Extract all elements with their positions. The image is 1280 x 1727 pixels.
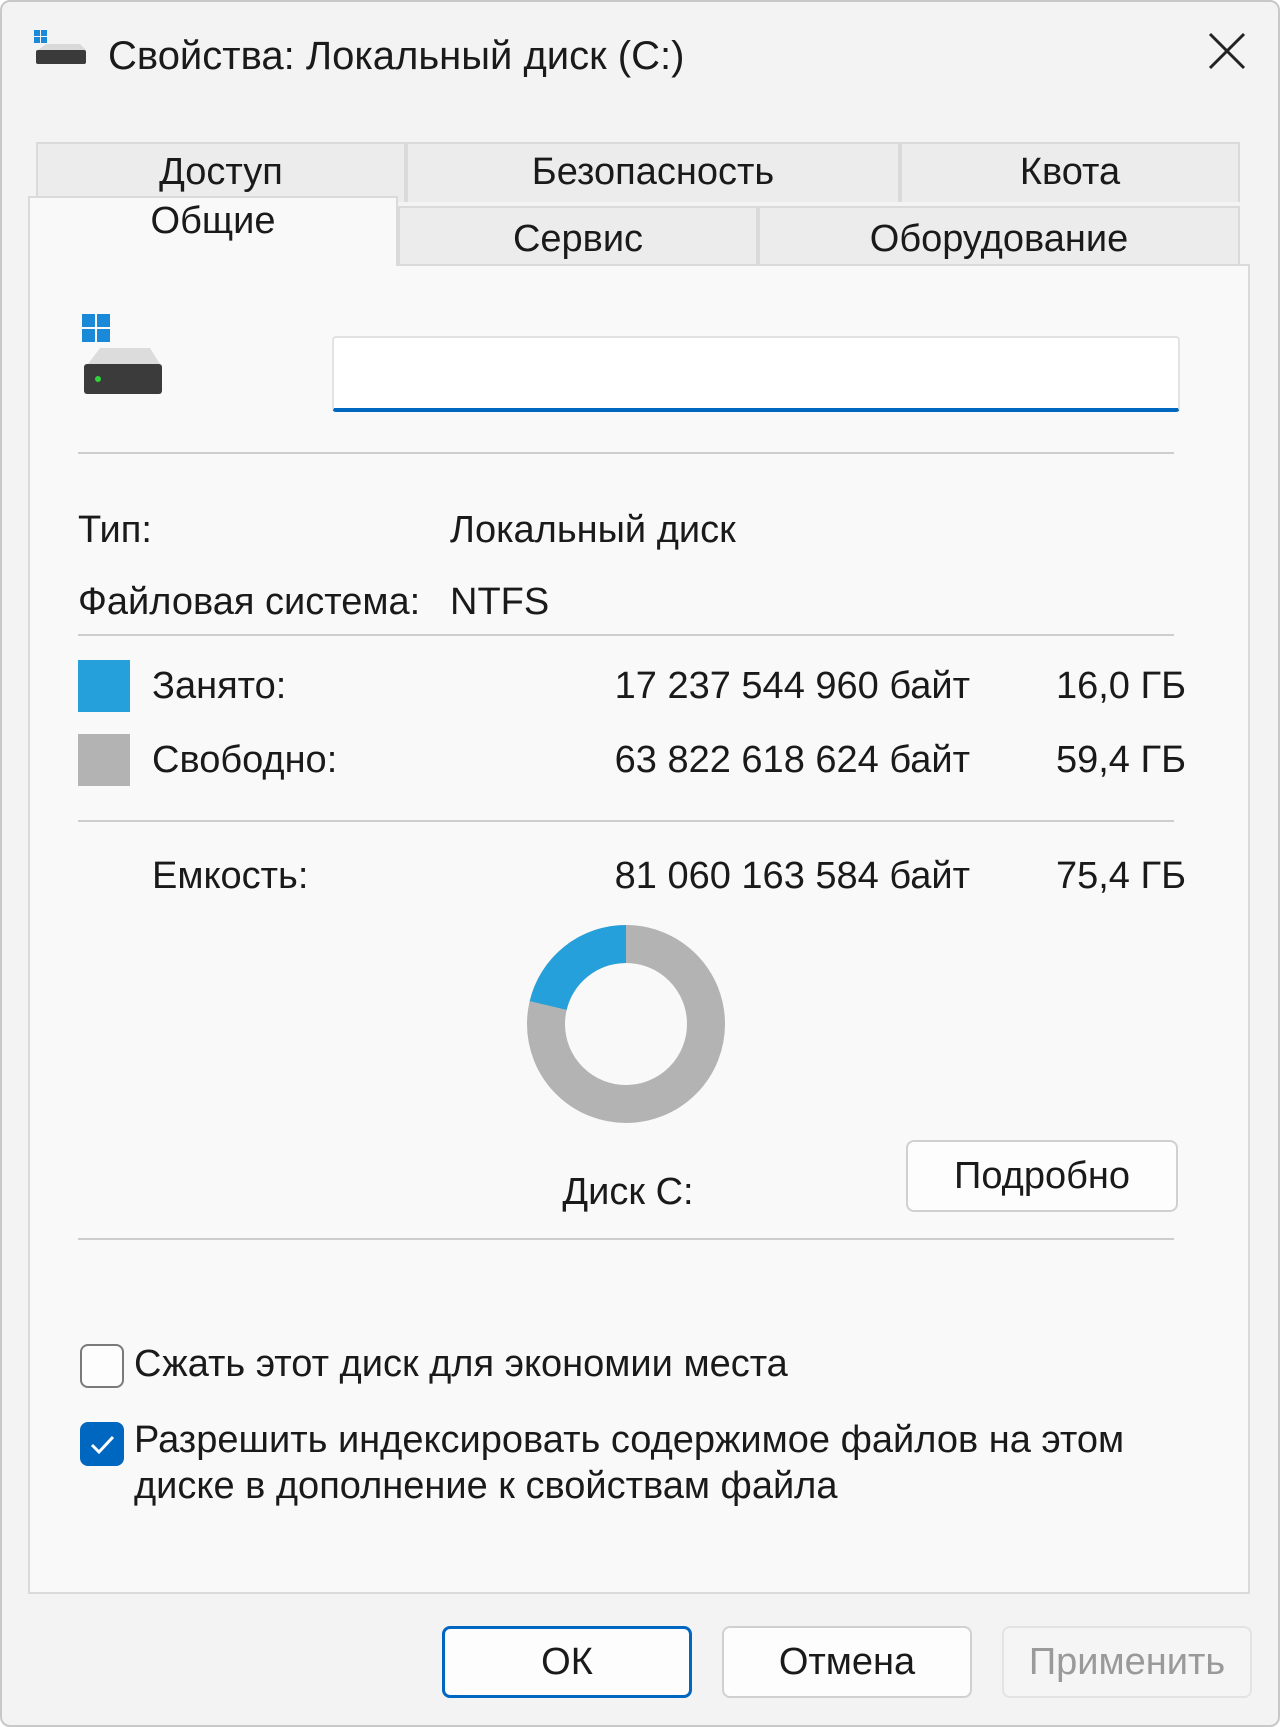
capacity-size: 75,4 ГБ [1055, 855, 1186, 897]
tab-label: Доступ [159, 151, 283, 193]
tab-tools[interactable]: Сервис [398, 206, 758, 266]
divider [78, 452, 1174, 454]
divider [78, 634, 1174, 636]
tab-label: Квота [1019, 151, 1121, 193]
details-button[interactable]: Подробно [906, 1140, 1178, 1212]
ok-button-label: ОК [541, 1641, 593, 1683]
tab-security[interactable]: Безопасность [406, 142, 900, 202]
type-label: Тип: [78, 509, 152, 551]
apply-button-label: Применить [1028, 1641, 1226, 1683]
compress-checkbox[interactable] [80, 1344, 124, 1388]
free-color-swatch [78, 734, 130, 786]
disk-usage-donut [527, 925, 725, 1123]
divider [78, 1238, 1174, 1240]
apply-button[interactable]: Применить [1002, 1626, 1252, 1698]
filesystem-value: NTFS [450, 581, 550, 623]
title-bar: Свойства: Локальный диск (C:) [2, 2, 1278, 112]
capacity-label: Емкость: [152, 855, 309, 897]
ok-button[interactable]: ОК [442, 1626, 692, 1698]
general-tab-panel: Тип: Локальный диск Файловая система: NT… [28, 264, 1250, 1594]
index-label-line2: диске в дополнение к свойствам файла [134, 1465, 838, 1507]
used-color-swatch [78, 660, 130, 712]
index-label-line1: Разрешить индексировать содержимое файло… [134, 1419, 1125, 1461]
free-size: 59,4 ГБ [1055, 739, 1186, 781]
disk-label: Диск C: [562, 1171, 694, 1213]
compress-label: Сжать этот диск для экономии места [134, 1343, 788, 1385]
filesystem-label: Файловая система: [78, 581, 421, 623]
tab-label: Сервис [512, 218, 644, 260]
tab-access[interactable]: Доступ [36, 142, 406, 202]
drive-name-input[interactable] [332, 336, 1180, 412]
used-label: Занято: [152, 665, 287, 707]
tab-label: Общие [150, 200, 276, 242]
properties-dialog: Свойства: Локальный диск (C:) Доступ Без… [0, 0, 1280, 1727]
cancel-button-label: Отмена [778, 1641, 916, 1683]
tab-label: Оборудование [869, 218, 1129, 260]
cancel-button[interactable]: Отмена [722, 1626, 972, 1698]
tab-general[interactable]: Общие [28, 196, 398, 266]
capacity-bytes: 81 060 163 584 байт [614, 855, 970, 897]
drive-icon [34, 30, 86, 64]
used-bytes: 17 237 544 960 байт [614, 665, 970, 707]
tab-quota[interactable]: Квота [900, 142, 1240, 202]
free-label: Свободно: [152, 739, 338, 781]
checkmark-icon [90, 1435, 115, 1455]
details-button-label: Подробно [954, 1155, 1130, 1197]
window-title: Свойства: Локальный диск (C:) [108, 34, 685, 78]
used-size: 16,0 ГБ [1055, 665, 1186, 707]
tab-hardware[interactable]: Оборудование [758, 206, 1240, 266]
drive-icon [82, 314, 162, 394]
divider [78, 820, 1174, 822]
close-icon[interactable] [1192, 22, 1262, 82]
index-checkbox[interactable] [80, 1422, 124, 1466]
free-bytes: 63 822 618 624 байт [614, 739, 970, 781]
tab-label: Безопасность [531, 151, 775, 193]
type-value: Локальный диск [450, 509, 736, 551]
